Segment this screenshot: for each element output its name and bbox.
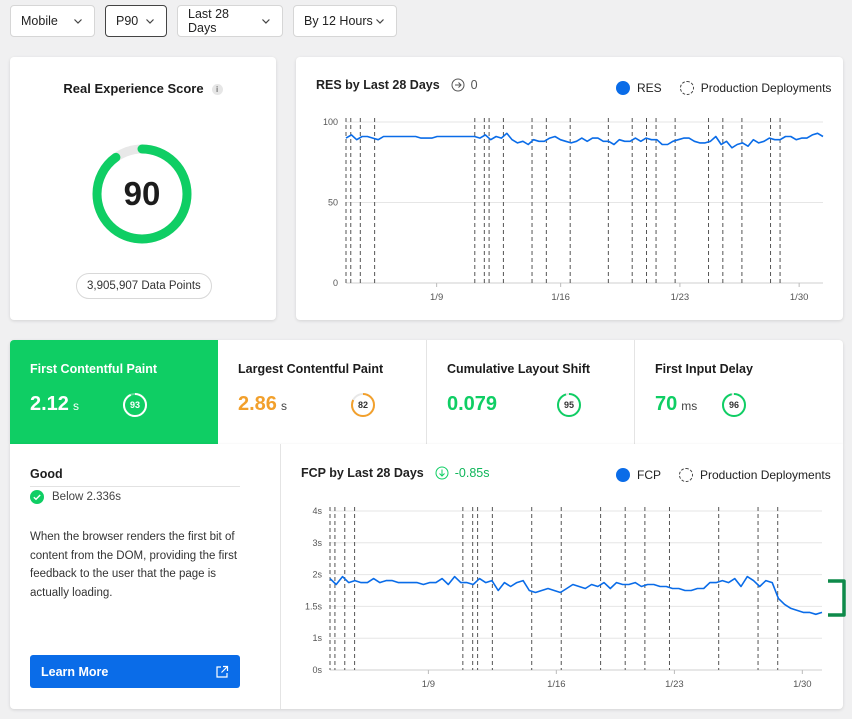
metric-tab-cls[interactable]: Cumulative Layout Shift 0.079 95: [427, 340, 635, 444]
metric-unit: ms: [681, 399, 698, 413]
external-link-icon: [216, 665, 229, 678]
legend-series-label[interactable]: RES: [637, 81, 662, 95]
res-chart-plot: 0 50 100 1/9 1/16 1/23 1/30: [323, 117, 824, 303]
score-card: Real Experience Score i 90 3,905,907 Data…: [10, 57, 276, 320]
y-tick-label: 0: [333, 278, 338, 288]
learn-more-button[interactable]: Learn More: [30, 655, 240, 688]
score-value: 90: [123, 175, 161, 212]
metric-name: Cumulative Layout Shift: [447, 362, 591, 376]
date-range-dropdown[interactable]: Last 28 Days: [177, 5, 283, 37]
chevron-down-icon: [262, 19, 270, 24]
y-tick-label: 1s: [312, 633, 322, 643]
metric-name: First Input Delay: [655, 362, 753, 376]
chevron-down-icon: [376, 19, 384, 24]
percentile-dropdown[interactable]: P90: [105, 5, 167, 37]
legend-deploy-label[interactable]: Production Deployments: [701, 81, 832, 95]
fcp-chart-title: FCP by Last 28 Days: [301, 466, 424, 480]
metric-detail-panel: Good Below 2.336s When the browser rende…: [10, 444, 843, 709]
arrow-right-circle-icon: [451, 78, 465, 92]
threshold-row: Below 2.336s: [30, 490, 121, 504]
divider: [30, 486, 240, 487]
metric-name: Largest Contentful Paint: [238, 362, 384, 376]
score-card-title: Real Experience Score: [63, 81, 204, 96]
x-tick-label: 1/16: [547, 679, 566, 690]
arrow-down-circle-icon: [435, 466, 449, 480]
scroll-bracket-marker: [828, 579, 846, 617]
metric-tab-fcp[interactable]: First Contentful Paint 2.12 s 93: [10, 340, 218, 444]
metric-unit: s: [72, 399, 79, 413]
fcp-chart-delta: -0.85s: [454, 466, 490, 480]
metric-value-number: 2.86: [238, 393, 277, 415]
y-tick-label: 50: [328, 198, 338, 208]
legend-deploy-label[interactable]: Production Deployments: [700, 468, 831, 482]
res-chart-delta: 0: [470, 78, 478, 92]
metric-score-badge: 93: [122, 392, 148, 418]
y-tick-label: 1.5s: [305, 601, 323, 611]
x-tick-label: 1/30: [793, 679, 812, 690]
res-chart-header: RES by Last 28 Days 0: [316, 78, 478, 92]
fcp-chart-legend: FCP Production Deployments: [616, 468, 831, 482]
metric-value: 2.86 s: [238, 393, 287, 416]
chevron-down-icon: [74, 19, 82, 24]
res-chart-card: RES by Last 28 Days 0 RES Production Dep…: [296, 57, 843, 320]
metric-value-number: 2.12: [30, 393, 69, 415]
metric-score: 96: [728, 400, 739, 410]
date-range-dropdown-label: Last 28 Days: [188, 7, 230, 35]
metric-name: First Contentful Paint: [30, 362, 158, 376]
legend-deploy-marker: [679, 81, 694, 95]
metric-score-badge: 82: [350, 392, 376, 418]
y-tick-label: 4s: [312, 506, 322, 516]
x-tick-label: 1/16: [551, 292, 570, 303]
data-points-badge: 3,905,907 Data Points: [76, 273, 212, 299]
y-tick-label: 0s: [312, 665, 322, 675]
metric-score: 82: [357, 400, 368, 410]
metric-tab-lcp[interactable]: Largest Contentful Paint 2.86 s 82: [218, 340, 427, 444]
device-dropdown-label: Mobile: [21, 14, 58, 28]
chevron-down-icon: [146, 19, 154, 24]
legend-series-marker: [616, 81, 630, 95]
metric-description-panel: Good Below 2.336s When the browser rende…: [10, 444, 281, 709]
res-chart-legend: RES Production Deployments: [616, 81, 831, 95]
metric-score: 93: [129, 400, 140, 410]
granularity-dropdown-label: By 12 Hours: [304, 14, 373, 28]
score-card-title-row: Real Experience Score i: [10, 81, 276, 96]
x-tick-label: 1/23: [665, 679, 684, 690]
score-gauge: 90: [89, 141, 195, 247]
y-tick-label: 3s: [312, 538, 322, 548]
metric-value: 0.079: [447, 393, 501, 416]
metric-description: When the browser renders the first bit o…: [30, 531, 238, 599]
info-icon[interactable]: i: [211, 84, 223, 95]
x-tick-label: 1/23: [671, 292, 690, 303]
rating-label: Good: [30, 467, 63, 481]
metric-value-number: 0.079: [447, 393, 498, 415]
legend-series-marker: [616, 468, 630, 482]
x-tick-label: 1/9: [422, 679, 435, 690]
metric-value: 70 ms: [655, 393, 697, 416]
check-circle-icon: [30, 490, 44, 504]
x-tick-label: 1/30: [790, 292, 809, 303]
legend-series-label[interactable]: FCP: [637, 468, 661, 482]
metric-unit: s: [280, 399, 287, 413]
fcp-chart-header: FCP by Last 28 Days -0.85s: [301, 466, 490, 480]
metric-value: 2.12 s: [30, 393, 79, 416]
y-tick-label: 100: [323, 117, 338, 127]
series-line-fcp: [329, 575, 823, 616]
y-tick-label: 2s: [312, 570, 322, 580]
metric-tab-fid[interactable]: First Input Delay 70 ms 96: [635, 340, 843, 444]
percentile-dropdown-label: P90: [116, 14, 139, 28]
granularity-dropdown[interactable]: By 12 Hours: [293, 5, 397, 37]
legend-deploy-marker: [679, 468, 693, 482]
threshold-text: Below 2.336s: [52, 491, 122, 503]
x-tick-label: 1/9: [430, 292, 443, 303]
metric-score-badge: 96: [721, 392, 747, 418]
series-line-res: [345, 132, 824, 149]
metric-tabs: First Contentful Paint 2.12 s 93 Largest …: [10, 340, 843, 444]
metric-score: 95: [563, 400, 574, 410]
metric-score-badge: 95: [556, 392, 582, 418]
metric-value-number: 70: [655, 393, 678, 415]
res-chart-title: RES by Last 28 Days: [316, 78, 440, 92]
device-dropdown[interactable]: Mobile: [10, 5, 95, 37]
learn-more-label: Learn More: [41, 664, 109, 679]
